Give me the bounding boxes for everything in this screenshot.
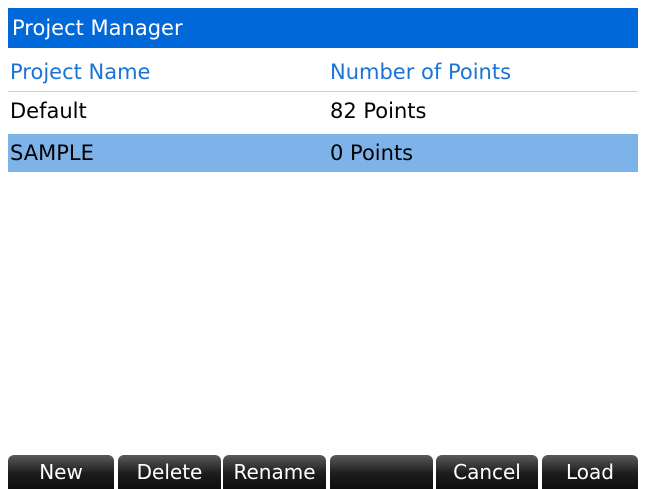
- project-row-sample[interactable]: SAMPLE 0 Points: [8, 134, 638, 172]
- project-points-cell: 0 Points: [330, 141, 414, 165]
- new-button[interactable]: New: [8, 455, 114, 489]
- title-bar: Project Manager: [8, 8, 638, 48]
- project-row-default[interactable]: Default 82 Points: [8, 92, 638, 130]
- project-points-cell: 82 Points: [330, 99, 427, 123]
- project-name-cell: Default: [10, 99, 87, 123]
- column-header-project-name[interactable]: Project Name: [10, 52, 150, 92]
- column-header-number-of-points[interactable]: Number of Points: [330, 52, 511, 92]
- delete-button[interactable]: Delete: [118, 455, 221, 489]
- project-name-cell: SAMPLE: [10, 141, 94, 165]
- table-header: Project Name Number of Points: [8, 52, 638, 92]
- project-manager-screen: Project Manager Project Name Number of P…: [0, 0, 646, 489]
- blank-softkey[interactable]: [330, 455, 433, 489]
- softkey-bar: New Delete Rename Cancel Load: [0, 451, 646, 489]
- screen-left-edge: [0, 0, 8, 489]
- cancel-button[interactable]: Cancel: [436, 455, 538, 489]
- load-button[interactable]: Load: [542, 455, 638, 489]
- rename-button[interactable]: Rename: [223, 455, 326, 489]
- app-title: Project Manager: [12, 16, 183, 40]
